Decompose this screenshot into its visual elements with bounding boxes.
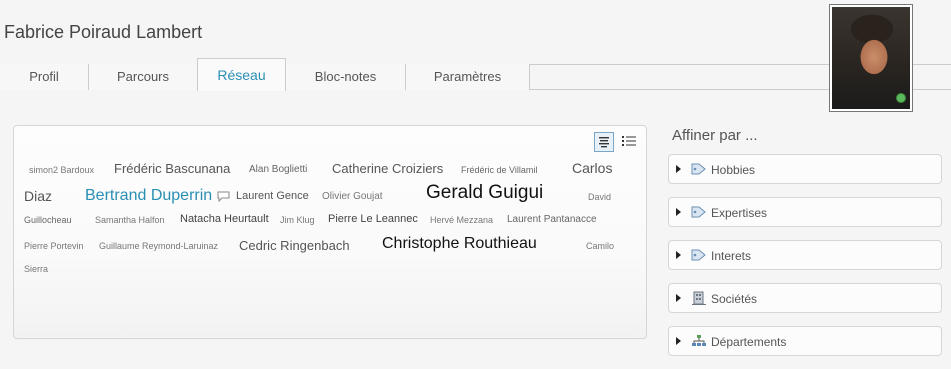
facet-expertises[interactable]: Expertises — [668, 197, 942, 227]
network-contact[interactable]: Camilo — [586, 241, 614, 251]
tag-icon — [691, 206, 706, 218]
tab-profil[interactable]: Profil — [0, 64, 89, 90]
tag-cloud-icon — [599, 137, 609, 148]
network-contact[interactable]: Pierre Le Leannec — [328, 213, 418, 225]
network-contact[interactable]: Frédéric Bascunana — [114, 161, 230, 176]
expand-arrow-icon — [676, 165, 681, 173]
org-chart-icon — [692, 335, 706, 346]
network-contact[interactable]: Christophe Routhieau — [382, 235, 537, 253]
network-contact[interactable]: Hervé Mezzana — [430, 215, 493, 225]
network-contact[interactable]: Natacha Heurtault — [180, 213, 269, 225]
network-contact[interactable]: Sierra — [24, 264, 48, 274]
tag-icon — [691, 249, 706, 261]
facet-departements[interactable]: Départements — [668, 326, 942, 356]
network-contact[interactable]: Guillaume Reymond-Laruinaz — [99, 241, 218, 251]
network-contact[interactable]: Olivier Goujat — [322, 191, 383, 202]
avatar[interactable] — [829, 4, 913, 112]
network-contact[interactable]: Bertrand Duperrin — [85, 187, 212, 205]
network-contact[interactable]: Diaz — [24, 188, 52, 204]
network-contact[interactable]: Gerald Guigui — [426, 182, 543, 204]
profile-header: Fabrice Poiraud Lambert — [0, 0, 951, 64]
network-contact[interactable]: Laurent Pantanacce — [507, 214, 597, 225]
facet-interets[interactable]: Interets — [668, 240, 942, 270]
network-contact[interactable]: Laurent Gence — [236, 190, 309, 202]
tag-icon — [691, 163, 706, 175]
expand-arrow-icon — [676, 294, 681, 302]
building-icon — [692, 291, 706, 305]
refine-title: Affiner par ... — [672, 127, 758, 144]
network-contact[interactable]: David — [588, 192, 611, 202]
network-contact[interactable]: Catherine Croiziers — [332, 161, 443, 176]
online-status-icon — [896, 93, 906, 103]
tab-parcours[interactable]: Parcours — [89, 64, 198, 90]
comment-icon — [217, 191, 230, 202]
list-icon — [622, 136, 636, 146]
expand-arrow-icon — [676, 208, 681, 216]
avatar-photo — [832, 7, 910, 109]
facet-label: Interets — [711, 249, 752, 263]
cloud-view-button[interactable] — [594, 132, 614, 152]
network-contact[interactable]: Cedric Ringenbach — [239, 238, 350, 253]
facet-label: Hobbies — [711, 163, 756, 177]
network-contact[interactable]: Pierre Portevin — [24, 241, 84, 251]
tab-bloc-notes[interactable]: Bloc-notes — [286, 64, 406, 90]
network-contact[interactable]: Jim Klug — [280, 215, 315, 225]
tab-parametres[interactable]: Paramètres — [406, 64, 530, 90]
network-contact[interactable]: Guillocheau — [24, 215, 72, 225]
facet-label: Sociétés — [711, 292, 758, 306]
expand-arrow-icon — [676, 337, 681, 345]
list-view-button[interactable] — [619, 132, 639, 152]
facet-societes[interactable]: Sociétés — [668, 283, 942, 313]
facet-label: Départements — [711, 335, 787, 349]
expand-arrow-icon — [676, 251, 681, 259]
network-contact[interactable]: Frédéric de Villamil — [461, 165, 537, 175]
network-contact[interactable]: Carlos — [572, 160, 612, 176]
network-contact[interactable]: Alan Boglietti — [249, 164, 307, 175]
network-cloud-panel — [13, 125, 647, 339]
network-contact[interactable]: Samantha Halfon — [95, 215, 165, 225]
network-contact[interactable]: simon2 Bardoux — [29, 165, 94, 175]
facet-label: Expertises — [711, 206, 768, 220]
tab-reseau[interactable]: Réseau — [197, 58, 286, 91]
profile-name: Fabrice Poiraud Lambert — [4, 22, 203, 42]
facet-hobbies[interactable]: Hobbies — [668, 154, 942, 184]
